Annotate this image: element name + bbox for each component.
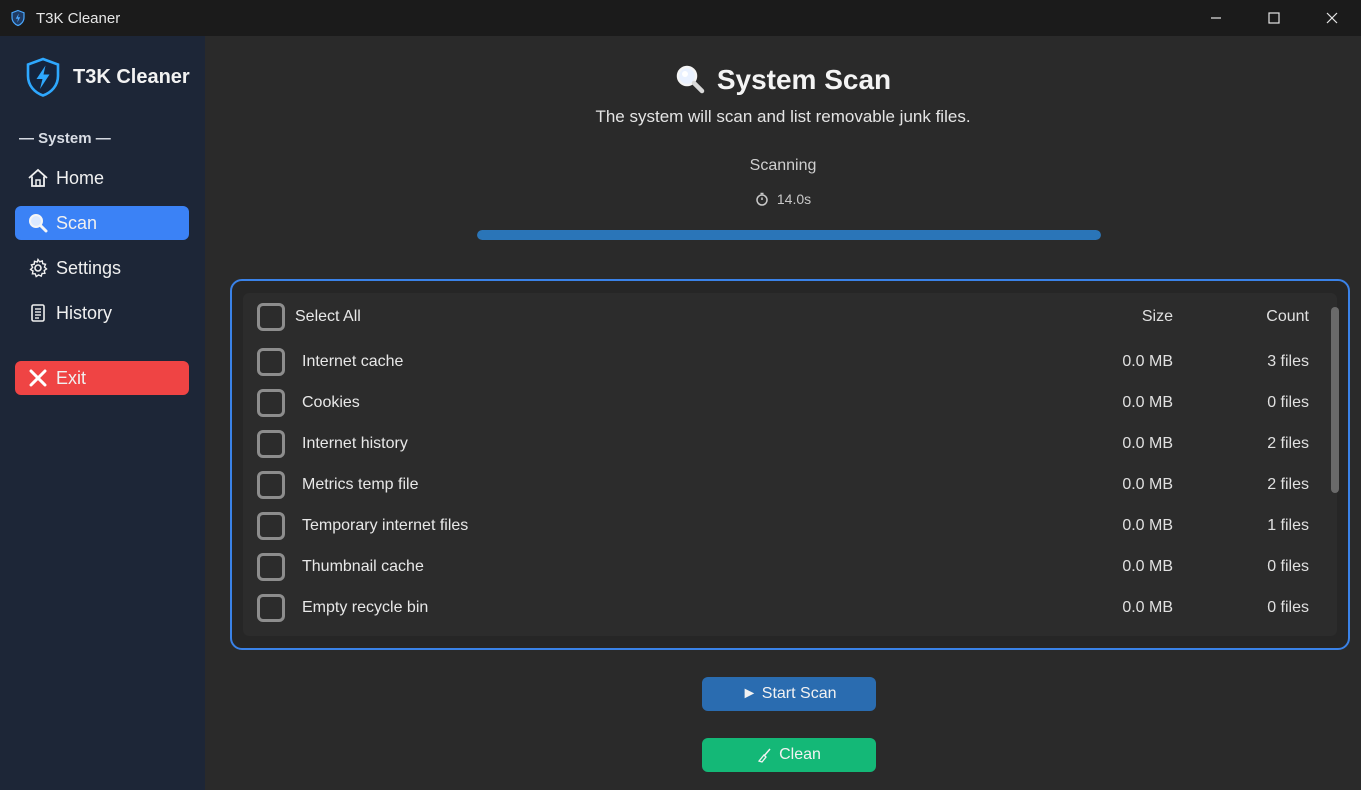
list-item[interactable]: Thumbnail cache 0.0 MB 0 files xyxy=(243,546,1323,587)
exit-label: Exit xyxy=(56,367,87,388)
item-checkbox[interactable] xyxy=(257,470,285,499)
item-size: 0.0 MB xyxy=(1122,557,1173,575)
list-item[interactable]: Temporary internet files 0.0 MB 1 files xyxy=(243,505,1323,546)
item-checkbox[interactable] xyxy=(257,511,285,540)
item-label: Temporary internet files xyxy=(302,516,469,534)
clean-button[interactable]: Clean xyxy=(702,738,876,772)
close-button[interactable] xyxy=(1303,0,1361,36)
count-column-header: Count xyxy=(1266,307,1309,325)
item-count: 1 files xyxy=(1267,516,1309,534)
item-count: 0 files xyxy=(1267,557,1309,575)
item-label: Internet history xyxy=(302,434,408,452)
list-item[interactable]: Internet history 0.0 MB 2 files xyxy=(243,423,1323,464)
list-item[interactable]: Cookies 0.0 MB 0 files xyxy=(243,382,1323,423)
item-label: Empty recycle bin xyxy=(302,598,429,616)
maximize-icon xyxy=(1268,12,1280,24)
item-count: 3 files xyxy=(1267,352,1309,370)
junk-list-frame: Select All Size Count Internet cache 0.0 … xyxy=(230,279,1350,650)
select-all-checkbox[interactable] xyxy=(257,302,285,331)
item-size: 0.0 MB xyxy=(1122,598,1173,616)
gear-icon xyxy=(27,257,49,279)
sidebar: T3K Cleaner — System — Home Scan Setting… xyxy=(0,36,205,790)
magnifier-icon xyxy=(27,212,49,234)
scroll-icon xyxy=(27,302,49,324)
exit-button[interactable]: Exit xyxy=(15,361,189,395)
page-title-text: System Scan xyxy=(716,64,892,95)
list-item[interactable]: Internet cache 0.0 MB 3 files xyxy=(243,341,1323,382)
item-size: 0.0 MB xyxy=(1122,434,1173,452)
select-all-label[interactable]: Select All xyxy=(295,308,361,326)
main-panel: System Scan The system will scan and lis… xyxy=(205,36,1361,790)
item-count: 0 files xyxy=(1267,598,1309,616)
list-item[interactable]: Empty recycle bin 0.0 MB 0 files xyxy=(243,587,1323,628)
minimize-button[interactable] xyxy=(1187,0,1245,36)
home-icon xyxy=(27,167,49,189)
sidebar-item-label: Home xyxy=(56,167,105,188)
size-column-header: Size xyxy=(1141,307,1173,325)
sidebar-item-history[interactable]: History xyxy=(15,296,189,330)
stopwatch-icon xyxy=(755,192,769,206)
timer-value: 14.0s xyxy=(776,191,812,207)
title-bar: T3K Cleaner xyxy=(0,0,1361,36)
item-checkbox[interactable] xyxy=(257,347,285,376)
shield-bolt-logo-icon xyxy=(22,56,64,98)
item-checkbox[interactable] xyxy=(257,388,285,417)
item-size: 0.0 MB xyxy=(1122,475,1173,493)
page-title: System Scan xyxy=(205,64,1361,96)
minimize-icon xyxy=(1211,17,1221,19)
item-size: 0.0 MB xyxy=(1122,516,1173,534)
scan-status: Scanning xyxy=(749,157,817,174)
item-size: 0.0 MB xyxy=(1122,352,1173,370)
item-label: Cookies xyxy=(302,393,360,411)
brand: T3K Cleaner xyxy=(22,56,190,98)
sidebar-item-label: Scan xyxy=(56,212,98,233)
magnifier-icon xyxy=(675,64,707,96)
section-label: — System — xyxy=(19,130,111,147)
window-controls xyxy=(1187,0,1361,36)
scan-timer: 14.0s xyxy=(205,191,1361,207)
start-scan-label: ► Start Scan xyxy=(741,685,837,702)
item-checkbox[interactable] xyxy=(257,429,285,458)
item-checkbox[interactable] xyxy=(257,552,285,581)
item-count: 0 files xyxy=(1267,393,1309,411)
sidebar-item-settings[interactable]: Settings xyxy=(15,251,189,285)
close-icon xyxy=(1326,12,1338,24)
maximize-button[interactable] xyxy=(1245,0,1303,36)
item-label: Metrics temp file xyxy=(302,475,419,493)
start-scan-button[interactable]: ► Start Scan xyxy=(702,677,876,711)
item-label: Internet cache xyxy=(302,352,404,370)
sidebar-item-label: Settings xyxy=(56,257,122,278)
item-count: 2 files xyxy=(1267,475,1309,493)
scan-progress-fill xyxy=(477,230,1101,240)
item-checkbox[interactable] xyxy=(257,593,285,622)
list-header-row: Select All Size Count xyxy=(243,296,1323,337)
clean-label: Clean xyxy=(779,746,821,763)
list-item[interactable]: Metrics temp file 0.0 MB 2 files xyxy=(243,464,1323,505)
junk-list: Select All Size Count Internet cache 0.0 … xyxy=(243,293,1339,636)
sidebar-item-scan[interactable]: Scan xyxy=(15,206,189,240)
item-count: 2 files xyxy=(1267,434,1309,452)
brand-name: T3K Cleaner xyxy=(73,65,190,88)
close-x-icon xyxy=(27,367,49,389)
shield-bolt-icon xyxy=(8,8,28,28)
item-size: 0.0 MB xyxy=(1122,393,1173,411)
item-label: Thumbnail cache xyxy=(302,557,424,575)
list-scrollbar[interactable] xyxy=(1331,307,1339,493)
sidebar-item-home[interactable]: Home xyxy=(15,161,189,195)
broom-icon xyxy=(757,747,773,763)
page-subtitle: The system will scan and list removable … xyxy=(595,107,971,126)
scan-progress-bar xyxy=(477,230,1101,240)
sidebar-item-label: History xyxy=(56,302,113,323)
window-title: T3K Cleaner xyxy=(36,9,121,27)
